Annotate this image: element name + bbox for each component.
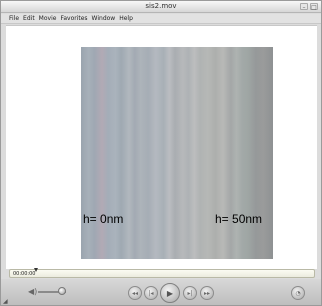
control-bar: ◀) ◂◂ |◂ ▶ ▸| ▸▸ ◔ ◢: [1, 279, 321, 305]
maximize-button[interactable]: □: [310, 3, 318, 11]
timecode-display: 00:00:00: [13, 271, 36, 277]
rewind-button[interactable]: ◂◂: [128, 286, 142, 300]
volume-slider-knob[interactable]: [57, 287, 66, 295]
menu-file[interactable]: File: [9, 14, 19, 23]
go-to-end-button[interactable]: ▸|: [183, 286, 197, 300]
title-bar[interactable]: sis2.mov – □: [1, 1, 321, 13]
window-title: sis2.mov: [145, 2, 177, 10]
video-label-right: h= 50nm: [215, 212, 263, 226]
menu-movie[interactable]: Movie: [39, 14, 57, 23]
window-controls: – □: [300, 3, 318, 11]
timeline-scrubber[interactable]: 00:00:00: [9, 268, 315, 278]
playhead-marker[interactable]: [34, 268, 38, 272]
menu-window[interactable]: Window: [92, 14, 116, 23]
speaker-icon[interactable]: ◀): [28, 287, 37, 296]
quicktime-window: sis2.mov – □ File Edit Movie Favorites W…: [0, 0, 322, 306]
video-frame[interactable]: h= 0nm h= 50nm: [81, 47, 273, 259]
resize-grip-icon[interactable]: ◢: [3, 298, 8, 305]
menu-favorites[interactable]: Favorites: [60, 14, 87, 23]
minimize-button[interactable]: –: [300, 3, 308, 11]
go-to-start-button[interactable]: |◂: [144, 286, 158, 300]
menu-bar: File Edit Movie Favorites Window Help: [1, 14, 321, 24]
fast-forward-button[interactable]: ▸▸: [200, 286, 214, 300]
menu-edit[interactable]: Edit: [23, 14, 35, 23]
menu-help[interactable]: Help: [119, 14, 133, 23]
play-button[interactable]: ▶: [160, 283, 180, 303]
video-label-left: h= 0nm: [83, 212, 124, 226]
quicktime-logo-button[interactable]: ◔: [291, 286, 305, 300]
